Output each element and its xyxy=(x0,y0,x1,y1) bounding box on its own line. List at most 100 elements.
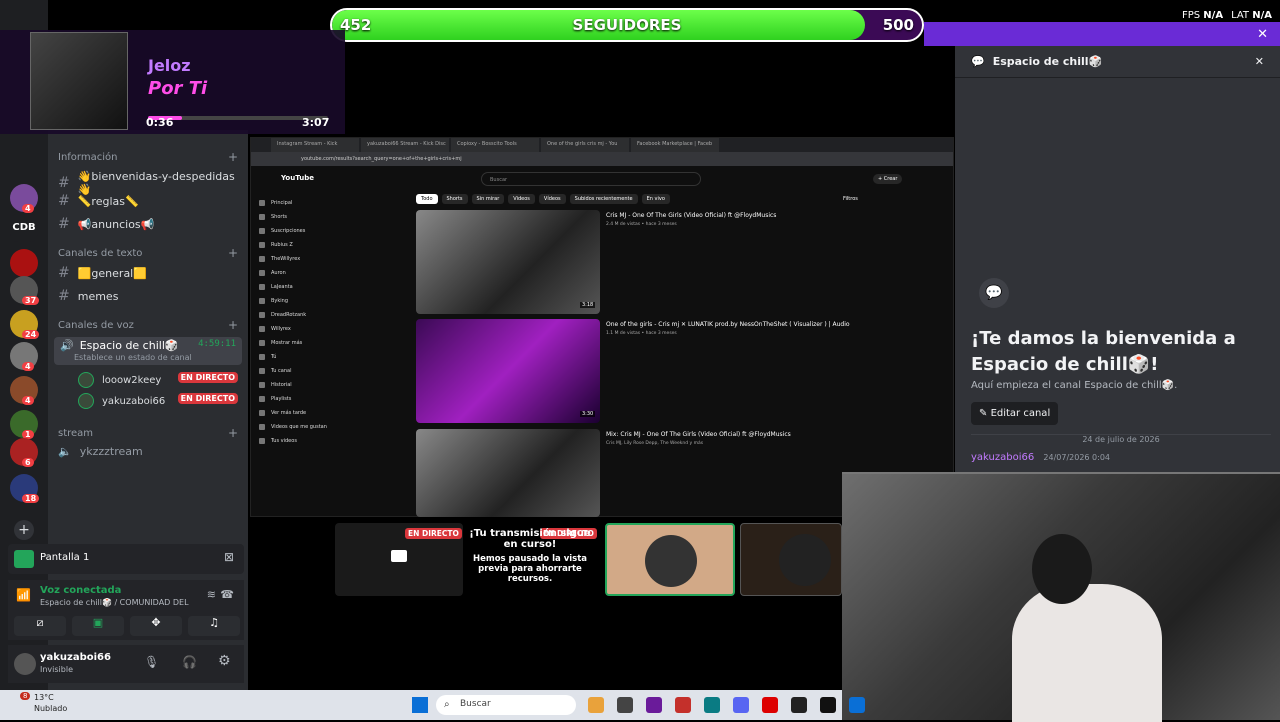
browser-tab[interactable]: Facebook Marketplace | Faceb xyxy=(631,138,719,152)
video-thumbnail[interactable] xyxy=(416,429,600,517)
participant-tile[interactable] xyxy=(605,523,735,596)
video-title[interactable]: One of the girls - Cris mj ✕ LUNATIK pro… xyxy=(606,321,866,328)
youtube-sidebar-item[interactable]: Playlists xyxy=(259,392,339,406)
screen-share-view[interactable]: Instagram Stream - Kick yakuzaboi66 Strea… xyxy=(250,137,954,517)
voice-user[interactable]: looow2keey xyxy=(78,372,161,388)
youtube-sidebar-item[interactable]: Mostrar más xyxy=(259,336,339,350)
video-editor-icon[interactable] xyxy=(646,697,662,713)
create-button[interactable]: + Crear xyxy=(873,174,903,184)
channel-memes[interactable]: # memes xyxy=(58,288,118,304)
avatar[interactable] xyxy=(14,653,36,675)
category-info[interactable]: Información xyxy=(58,152,117,163)
youtube-sidebar-item[interactable]: Tu canal xyxy=(259,364,339,378)
browser-tab[interactable]: One of the girls cris mj - You xyxy=(541,138,629,152)
netflix-icon[interactable] xyxy=(675,697,691,713)
microphone-icon[interactable]: 🎙 xyxy=(144,655,159,669)
channel-anuncios[interactable]: # 📢anuncios📢 xyxy=(58,216,154,232)
youtube-sidebar-item[interactable]: LaJeanta xyxy=(259,280,339,294)
noise-suppression-icon[interactable]: ≋ xyxy=(207,588,216,601)
voice-location[interactable]: Espacio de chill🎲 / COMUNIDAD DEL ... xyxy=(40,598,190,607)
channel-general[interactable]: # 🟨general🟨 xyxy=(58,265,147,281)
youtube-sidebar-item[interactable]: Auron xyxy=(259,266,339,280)
video-title[interactable]: Mix: Cris MJ - One Of The Girls (Video O… xyxy=(606,431,866,438)
channel-reglas[interactable]: # 📏reglas📏 xyxy=(58,193,139,209)
video-thumbnail[interactable] xyxy=(416,319,600,423)
welcome-subtitle: Aquí empieza el canal Espacio de chill🎲. xyxy=(971,380,1178,391)
add-server-icon[interactable]: + xyxy=(14,520,34,540)
taskbar-search-input[interactable]: Buscar xyxy=(436,695,576,715)
disconnect-icon[interactable]: ☎ xyxy=(220,588,234,601)
filter-chip[interactable]: Todo xyxy=(416,194,438,204)
filter-chip[interactable]: Sin mirar xyxy=(471,194,505,204)
youtube-sidebar-item[interactable]: Ver más tarde xyxy=(259,406,339,420)
youtube-sidebar-item[interactable]: Videos que me gustan xyxy=(259,420,339,434)
share-screen-button[interactable]: ▣ xyxy=(72,616,124,636)
filter-chip[interactable]: Shorts xyxy=(441,194,468,204)
gear-icon[interactable]: ⚙ xyxy=(218,653,231,669)
youtube-sidebar-item[interactable]: Rubius Z xyxy=(259,238,339,252)
terminal-icon[interactable] xyxy=(617,697,633,713)
youtube-sidebar-item[interactable]: Shorts xyxy=(259,210,339,224)
voice-user[interactable]: yakuzaboi66 xyxy=(78,393,165,409)
video-thumbnail[interactable] xyxy=(416,210,600,314)
filters-button[interactable]: Filtros xyxy=(843,196,858,202)
filter-chip[interactable]: Subidos recientemente xyxy=(569,194,638,204)
youtube-sidebar-item[interactable]: Principal xyxy=(259,196,339,210)
youtube-sidebar-item[interactable]: Historial xyxy=(259,378,339,392)
add-channel-icon[interactable]: + xyxy=(228,150,238,164)
windows-start-icon[interactable] xyxy=(412,697,428,713)
filter-chip[interactable]: Vídeos xyxy=(538,194,566,204)
close-icon[interactable]: ✕ xyxy=(1255,55,1264,68)
server-icon[interactable] xyxy=(10,249,38,277)
opera-icon[interactable] xyxy=(762,697,778,713)
video-result[interactable]: 3:30 One of the girls - Cris mj ✕ LUNATIK… xyxy=(416,319,866,423)
category-voice[interactable]: Canales de voz xyxy=(58,320,134,331)
youtube-logo[interactable]: YouTube xyxy=(281,174,314,182)
youtube-sidebar-item[interactable]: Tú xyxy=(259,350,339,364)
add-channel-icon[interactable]: + xyxy=(228,246,238,260)
weather-widget[interactable]: 13°C Nublado xyxy=(34,692,67,714)
filter-chip[interactable]: Videos xyxy=(508,194,535,204)
category-text[interactable]: Canales de texto xyxy=(58,248,142,259)
youtube-sidebar-item[interactable]: DreadRotzank xyxy=(259,308,339,322)
signal-icon[interactable]: 📶 xyxy=(16,588,31,602)
headphones-icon[interactable]: 🎧 xyxy=(182,655,197,669)
youtube-sidebar-item[interactable]: TheWillyrex xyxy=(259,252,339,266)
soundboard-button[interactable]: ♫ xyxy=(188,616,240,636)
activities-button[interactable]: ✥ xyxy=(130,616,182,636)
person-head xyxy=(1032,534,1092,604)
category-stream[interactable]: stream xyxy=(58,428,93,439)
youtube-sidebar-item[interactable]: Willyrex xyxy=(259,322,339,336)
tiktok-icon[interactable] xyxy=(820,697,836,713)
facebook-icon[interactable] xyxy=(849,697,865,713)
app-icon[interactable] xyxy=(704,697,720,713)
discord-icon[interactable] xyxy=(733,697,749,713)
youtube-sidebar-item[interactable]: Byking xyxy=(259,294,339,308)
chat-bubble-icon: 💬 xyxy=(971,55,985,68)
camera-button[interactable]: ⧄ xyxy=(14,616,66,636)
browser-tab[interactable]: yakuzaboi66 Stream - Kick Disc xyxy=(361,138,449,152)
youtube-sidebar-item[interactable]: Suscripciones xyxy=(259,224,339,238)
add-channel-icon[interactable]: + xyxy=(228,318,238,332)
close-icon[interactable]: ✕ xyxy=(1257,27,1268,42)
participant-tile[interactable] xyxy=(740,523,842,596)
server-icon[interactable]: CDB xyxy=(10,214,38,242)
steam-icon[interactable] xyxy=(791,697,807,713)
address-bar[interactable]: youtube.com/results?search_query=one+of+… xyxy=(251,152,953,166)
stop-share-icon[interactable]: ⊠ xyxy=(224,550,234,564)
edit-channel-button[interactable]: ✎ Editar canal xyxy=(971,402,1059,425)
video-title[interactable]: Cris MJ - One Of The Girls (Video Oficia… xyxy=(606,212,866,219)
video-result[interactable]: Mix: Cris MJ - One Of The Girls (Video O… xyxy=(416,429,866,533)
voice-channel-status[interactable]: Establece un estado de canal xyxy=(60,353,192,362)
youtube-sidebar-item[interactable]: Tus videos xyxy=(259,434,339,448)
message-author[interactable]: yakuzaboi66 xyxy=(971,452,1034,463)
video-result[interactable]: 3:18 Cris MJ - One Of The Girls (Video Of… xyxy=(416,210,866,314)
file-explorer-icon[interactable] xyxy=(588,697,604,713)
channel-ykzzztream[interactable]: 🔈 ykzzztream xyxy=(58,445,143,458)
voice-channel-active[interactable]: 🔊 Espacio de chill🎲 4:59:11 Establece un e… xyxy=(54,337,242,365)
browser-tab[interactable]: Copioxy - Bosscito Tools xyxy=(451,138,539,152)
add-channel-icon[interactable]: + xyxy=(228,426,238,440)
youtube-search-input[interactable]: Buscar xyxy=(481,172,701,186)
filter-chip[interactable]: En vivo xyxy=(641,194,670,204)
browser-tab[interactable]: Instagram Stream - Kick xyxy=(271,138,359,152)
